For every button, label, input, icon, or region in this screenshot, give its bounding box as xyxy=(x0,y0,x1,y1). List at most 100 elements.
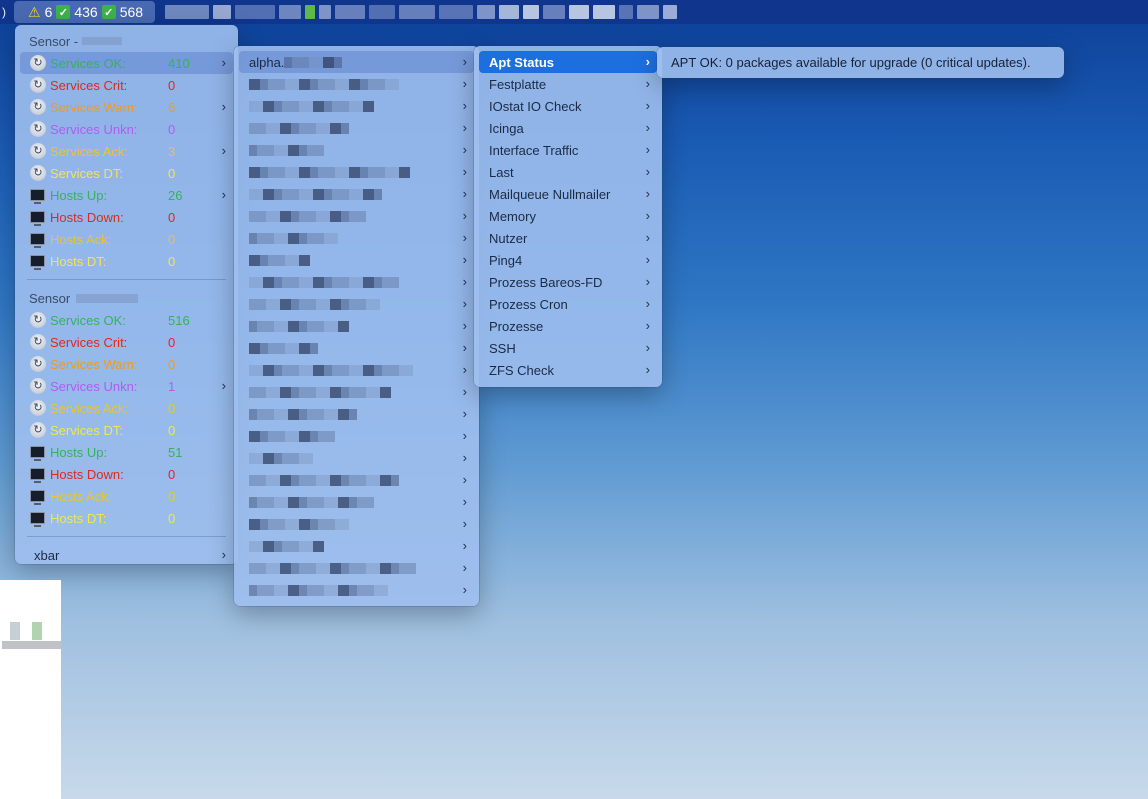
host-menu-item[interactable]: › xyxy=(239,579,474,601)
xbar-menu-item[interactable]: xbar › xyxy=(20,544,233,566)
tray-item[interactable] xyxy=(619,5,634,19)
host-menu-item[interactable]: › xyxy=(239,161,474,183)
check-menu-item[interactable]: Apt Status › xyxy=(479,51,657,73)
host-menu-item[interactable]: › xyxy=(239,491,474,513)
sensor2-status-row[interactable]: Hosts Down: 0 xyxy=(20,463,233,485)
sensor1-status-row[interactable]: Hosts Ack: 0 xyxy=(20,228,233,250)
sensor1-status-row[interactable]: Services Warn: 6 › xyxy=(20,96,233,118)
status-count: 410 xyxy=(168,55,190,71)
host-menu-item[interactable]: › xyxy=(239,117,474,139)
status-label: Services Warn: xyxy=(50,356,138,372)
tray-item[interactable] xyxy=(593,5,616,19)
chevron-right-icon: › xyxy=(221,143,226,158)
tray-item[interactable] xyxy=(543,5,566,19)
check-menu-item[interactable]: Last › xyxy=(479,161,657,183)
status-label: Services Crit: xyxy=(50,77,128,93)
sensor2-status-row[interactable]: Hosts Up: 51 xyxy=(20,441,233,463)
sensor2-status-row[interactable]: Hosts Ack: 0 xyxy=(20,485,233,507)
check-name: Interface Traffic xyxy=(489,142,579,158)
tray-item[interactable] xyxy=(279,5,302,19)
xbar-status-item[interactable]: ⚠ 6 ✓ 436 ✓ 568 xyxy=(14,1,156,23)
check-menu-item[interactable]: Mailqueue Nullmailer › xyxy=(479,183,657,205)
host-menu-item[interactable]: › xyxy=(239,249,474,271)
sensor-menu: Sensor - Services OK: 410 › Services Crit: 0… xyxy=(15,25,238,564)
host-menu-item[interactable]: › xyxy=(239,227,474,249)
chevron-right-icon: › xyxy=(462,318,467,333)
redacted-hostname xyxy=(249,342,318,354)
check-menu-item[interactable]: IOstat IO Check › xyxy=(479,95,657,117)
check-menu-item[interactable]: Nutzer › xyxy=(479,227,657,249)
service-refresh-icon xyxy=(30,99,46,115)
chevron-right-icon: › xyxy=(462,406,467,421)
check-menu-item[interactable]: Ping4 › xyxy=(479,249,657,271)
redacted-hostname xyxy=(249,364,413,376)
host-menu-item[interactable]: › xyxy=(239,139,474,161)
check-menu-item[interactable]: ZFS Check › xyxy=(479,359,657,381)
host-menu-item[interactable]: › xyxy=(239,359,474,381)
sensor2-status-row[interactable]: Services Crit: 0 xyxy=(20,331,233,353)
host-menu-item[interactable]: › xyxy=(239,513,474,535)
status-label: Services OK: xyxy=(50,312,126,328)
host-menu-item[interactable]: › xyxy=(239,425,474,447)
check-menu-item[interactable]: Prozesse › xyxy=(479,315,657,337)
tray-item[interactable] xyxy=(477,5,496,19)
check-menu-item[interactable]: Icinga › xyxy=(479,117,657,139)
host-menu-item[interactable]: › xyxy=(239,95,474,117)
tray-item[interactable] xyxy=(235,5,276,19)
host-menu-item[interactable]: › xyxy=(239,293,474,315)
tray-item[interactable] xyxy=(319,5,332,19)
sensor2-status-row[interactable]: Services OK: 516 xyxy=(20,309,233,331)
tray-item[interactable] xyxy=(305,5,316,19)
status-label: Hosts Down: xyxy=(50,209,124,225)
status-count: 6 xyxy=(168,99,176,115)
sensor1-status-row[interactable]: Services Ack: 3 › xyxy=(20,140,233,162)
host-menu-item[interactable]: › xyxy=(239,337,474,359)
sensor1-status-row[interactable]: Services Unkn: 0 xyxy=(20,118,233,140)
chevron-right-icon: › xyxy=(645,164,650,179)
tray-item[interactable] xyxy=(213,5,232,19)
host-menu-item[interactable]: › xyxy=(239,73,474,95)
host-menu-item[interactable]: › xyxy=(239,315,474,337)
tray-item[interactable] xyxy=(663,5,678,19)
tray-item[interactable] xyxy=(369,5,396,19)
sensor2-status-row[interactable]: Services Warn: 0 xyxy=(20,353,233,375)
chevron-right-icon: › xyxy=(462,538,467,553)
host-menu-item[interactable]: › xyxy=(239,403,474,425)
tray-item[interactable] xyxy=(637,5,660,19)
sensor2-status-row[interactable]: Services Unkn: 1 › xyxy=(20,375,233,397)
check-menu-item[interactable]: Prozess Cron › xyxy=(479,293,657,315)
check-menu-item[interactable]: Interface Traffic › xyxy=(479,139,657,161)
tray-item[interactable] xyxy=(165,5,210,19)
tray-item[interactable] xyxy=(439,5,474,19)
check-menu-item[interactable]: Memory › xyxy=(479,205,657,227)
chevron-right-icon: › xyxy=(462,472,467,487)
chevron-right-icon: › xyxy=(645,120,650,135)
sensor1-status-row[interactable]: Services DT: 0 xyxy=(20,162,233,184)
sensor1-status-row[interactable]: Hosts Down: 0 xyxy=(20,206,233,228)
host-menu-item[interactable]: › xyxy=(239,447,474,469)
tray-item[interactable] xyxy=(523,5,540,19)
host-menu-item[interactable]: › xyxy=(239,535,474,557)
sensor1-status-row[interactable]: Hosts Up: 26 › xyxy=(20,184,233,206)
host-menu-item[interactable]: › xyxy=(239,469,474,491)
sensor2-status-row[interactable]: Hosts DT: 0 xyxy=(20,507,233,529)
sensor2-status-row[interactable]: Services Ack: 0 xyxy=(20,397,233,419)
host-menu-item[interactable]: › xyxy=(239,205,474,227)
sensor1-status-row[interactable]: Hosts DT: 0 xyxy=(20,250,233,272)
host-menu-item[interactable]: › xyxy=(239,271,474,293)
tray-item[interactable] xyxy=(569,5,590,19)
host-menu-item[interactable]: › xyxy=(239,557,474,579)
tray-item[interactable] xyxy=(399,5,436,19)
tray-item[interactable] xyxy=(499,5,520,19)
check-menu-item[interactable]: SSH › xyxy=(479,337,657,359)
check-menu-item[interactable]: Prozess Bareos-FD › xyxy=(479,271,657,293)
tray-item[interactable] xyxy=(335,5,366,19)
host-menu-item[interactable]: › xyxy=(239,381,474,403)
host-menu-item[interactable]: › xyxy=(239,183,474,205)
status-label: Hosts DT: xyxy=(50,253,107,269)
sensor2-status-row[interactable]: Services DT: 0 xyxy=(20,419,233,441)
host-menu-item[interactable]: alpha. › xyxy=(239,51,474,73)
sensor1-status-row[interactable]: Services OK: 410 › xyxy=(20,52,233,74)
sensor1-status-row[interactable]: Services Crit: 0 xyxy=(20,74,233,96)
check-menu-item[interactable]: Festplatte › xyxy=(479,73,657,95)
